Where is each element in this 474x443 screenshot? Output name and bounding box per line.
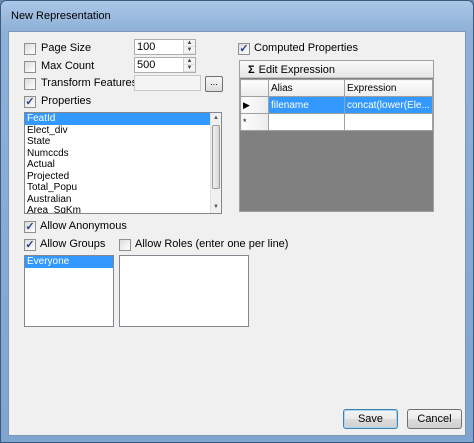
table-header-row: Alias Expression: [240, 79, 433, 97]
new-row-icon[interactable]: *: [240, 113, 269, 131]
new-representation-dialog: New Representation Page Size 100 ▲ ▼ Max…: [0, 0, 474, 443]
list-item[interactable]: Area_SqKm: [25, 205, 221, 213]
transform-checkbox[interactable]: [24, 78, 36, 90]
properties-list[interactable]: FeatId Elect_div State Numccds Actual Project…: [24, 112, 222, 214]
save-button[interactable]: Save: [343, 409, 398, 429]
list-item[interactable]: Total_Popu: [25, 182, 221, 194]
allow-anonymous-checkbox[interactable]: ✓: [24, 221, 36, 233]
scroll-up-icon[interactable]: ▲: [211, 113, 221, 124]
check-icon: ✓: [25, 96, 35, 108]
page-size-label: Page Size: [41, 42, 92, 54]
allow-groups-label: Allow Groups: [40, 238, 106, 250]
properties-items: FeatId Elect_div State Numccds Actual Project…: [25, 113, 221, 213]
roles-textarea[interactable]: [119, 255, 249, 327]
current-row-icon[interactable]: ▶: [240, 96, 269, 114]
expression-cell[interactable]: [344, 113, 433, 131]
list-item[interactable]: State: [25, 136, 221, 148]
allow-groups-checkbox[interactable]: ✓: [24, 239, 36, 251]
list-item[interactable]: Elect_div: [25, 125, 221, 137]
window-title: New Representation: [11, 10, 111, 22]
check-icon: ✓: [239, 43, 249, 55]
max-count-label: Max Count: [41, 60, 95, 72]
page-size-checkbox[interactable]: [24, 43, 36, 55]
page-size-value[interactable]: 100: [135, 40, 183, 54]
list-item[interactable]: FeatId: [25, 113, 221, 125]
computed-properties-label: Computed Properties: [254, 42, 358, 54]
check-icon: ✓: [25, 221, 35, 233]
column-header-alias[interactable]: Alias: [268, 79, 345, 97]
list-item[interactable]: Actual: [25, 159, 221, 171]
allow-roles-checkbox[interactable]: [119, 239, 131, 251]
groups-list[interactable]: Everyone: [24, 255, 114, 327]
alias-cell[interactable]: filename: [268, 96, 345, 114]
max-count-checkbox[interactable]: [24, 61, 36, 73]
scroll-down-icon[interactable]: ▼: [211, 202, 221, 213]
transform-browse-button[interactable]: ...: [205, 76, 223, 92]
cancel-button[interactable]: Cancel: [407, 409, 462, 429]
page-size-up-icon[interactable]: ▲: [184, 40, 195, 47]
max-count-value[interactable]: 500: [135, 58, 183, 72]
properties-checkbox[interactable]: ✓: [24, 96, 36, 108]
computed-properties-grid: Σ Edit Expression Alias Expression ▶ fil…: [239, 60, 434, 212]
allow-anonymous-label: Allow Anonymous: [40, 220, 127, 232]
grid-toolbar: Σ Edit Expression: [240, 61, 433, 78]
allow-roles-label: Allow Roles (enter one per line): [135, 238, 289, 250]
expressions-table: Alias Expression ▶ filename concat(lower…: [240, 79, 433, 131]
groups-items: Everyone: [25, 256, 113, 268]
list-item[interactable]: Everyone: [25, 256, 113, 268]
sigma-icon[interactable]: Σ: [248, 64, 255, 76]
scroll-thumb[interactable]: [212, 125, 220, 189]
list-item[interactable]: Australian: [25, 194, 221, 206]
table-row[interactable]: ▶ filename concat(lower(Ele...: [240, 96, 433, 114]
expression-cell[interactable]: concat(lower(Ele...: [344, 96, 433, 114]
alias-cell[interactable]: [268, 113, 345, 131]
table-row-new[interactable]: *: [240, 113, 433, 131]
max-count-up-icon[interactable]: ▲: [184, 58, 195, 65]
list-item[interactable]: Projected: [25, 171, 221, 183]
page-size-stepper[interactable]: 100 ▲ ▼: [134, 39, 196, 55]
list-item[interactable]: Numccds: [25, 148, 221, 160]
max-count-down-icon[interactable]: ▼: [184, 65, 195, 72]
max-count-stepper[interactable]: 500 ▲ ▼: [134, 57, 196, 73]
row-header-corner: [240, 79, 269, 97]
properties-scrollbar[interactable]: ▲ ▼: [210, 113, 221, 213]
properties-label: Properties: [41, 95, 92, 107]
check-icon: ✓: [25, 239, 35, 251]
dialog-body: Page Size 100 ▲ ▼ Max Count 500 ▲ ▼ Tran…: [8, 31, 466, 436]
page-size-down-icon[interactable]: ▼: [184, 47, 195, 54]
edit-expression-button[interactable]: Edit Expression: [259, 64, 335, 76]
column-header-expression[interactable]: Expression: [344, 79, 433, 97]
computed-properties-checkbox[interactable]: ✓: [238, 43, 250, 55]
transform-field[interactable]: [134, 75, 201, 91]
